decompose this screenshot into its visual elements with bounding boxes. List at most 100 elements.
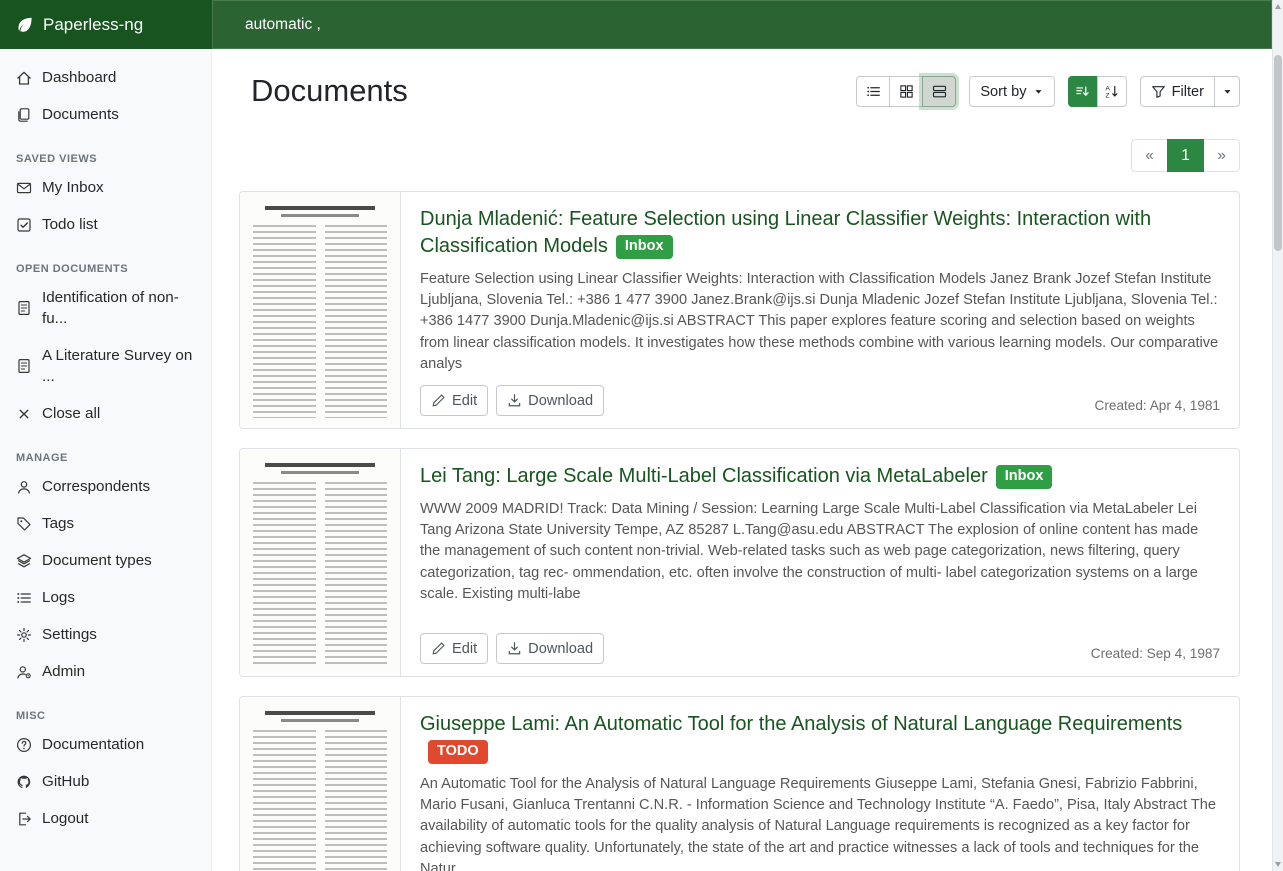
created-date: Created: Sep 4, 1987: [1091, 646, 1220, 664]
pagination-next-button[interactable]: »: [1203, 139, 1240, 172]
sidebar: Dashboard Documents SAVED VIEWS My Inbox…: [0, 49, 212, 871]
filter-split-group: Filter: [1140, 76, 1240, 107]
house-icon: [16, 70, 32, 86]
sort-direction-group: [1068, 76, 1127, 107]
sort-descending-button[interactable]: [1068, 76, 1098, 107]
edit-button[interactable]: Edit: [420, 633, 488, 664]
tag-icon: [16, 516, 32, 532]
document-title: Dunja Mladenić: Feature Selection using …: [420, 206, 1220, 260]
sidebar-item-open-doc-2[interactable]: A Literature Survey on ...: [0, 337, 211, 395]
sidebar-item-label: GitHub: [42, 771, 89, 792]
sidebar-item-label: Logout: [42, 808, 88, 829]
gear-icon: [16, 627, 32, 643]
scrollbar-track: [1272, 0, 1283, 871]
download-icon: [507, 393, 522, 408]
sidebar-item-document-types[interactable]: Document types: [0, 542, 211, 579]
sidebar-item-label: Admin: [42, 661, 85, 682]
document-card: Lei Tang: Large Scale Multi-Label Classi…: [239, 448, 1240, 677]
document-card: Giuseppe Lami: An Automatic Tool for the…: [239, 696, 1240, 871]
sort-by-button[interactable]: Sort by: [969, 76, 1054, 107]
box-arrow-right-icon: [16, 811, 32, 827]
document-excerpt: WWW 2009 MADRID! Track: Data Mining / Se…: [420, 499, 1220, 605]
tag-badge[interactable]: Inbox: [996, 465, 1053, 489]
document-title-link[interactable]: Giuseppe Lami: An Automatic Tool for the…: [420, 713, 1182, 735]
pagination-previous-button[interactable]: «: [1131, 139, 1168, 172]
list-view-button[interactable]: [856, 76, 890, 107]
top-navbar: Paperless-ng: [0, 0, 1272, 49]
document-thumbnail[interactable]: [240, 697, 401, 871]
edit-button[interactable]: Edit: [420, 385, 488, 416]
caret-down-icon: [1222, 86, 1233, 97]
check-square-icon: [16, 217, 32, 233]
sidebar-item-label: Documents: [42, 104, 119, 125]
list-view-icon: [866, 84, 881, 99]
download-button[interactable]: Download: [496, 633, 604, 664]
sidebar-item-tags[interactable]: Tags: [0, 505, 211, 542]
close-icon: [16, 406, 32, 422]
sidebar-item-settings[interactable]: Settings: [0, 616, 211, 653]
pencil-icon: [431, 393, 446, 408]
sidebar-item-github[interactable]: GitHub: [0, 763, 211, 800]
detail-view-button[interactable]: [922, 76, 956, 107]
filter-button[interactable]: Filter: [1140, 76, 1215, 107]
sort-alphabetical-button[interactable]: [1097, 76, 1127, 107]
document-thumbnail[interactable]: [240, 449, 401, 676]
detail-view-icon: [932, 84, 947, 99]
sidebar-item-label: A Literature Survey on ...: [42, 345, 195, 387]
scroll-up-arrow[interactable]: [1275, 4, 1281, 9]
view-mode-group: [856, 76, 956, 107]
sidebar-item-label: Document types: [42, 550, 152, 571]
file-text-icon: [16, 300, 32, 316]
document-title-link[interactable]: Dunja Mladenić: Feature Selection using …: [420, 208, 1151, 257]
sidebar-heading-misc: MISC: [0, 702, 211, 726]
document-title-link[interactable]: Lei Tang: Large Scale Multi-Label Classi…: [420, 465, 988, 487]
question-circle-icon: [16, 737, 32, 753]
sidebar-item-close-all[interactable]: Close all: [0, 395, 211, 432]
sidebar-item-label: Identification of non-fu...: [42, 287, 195, 329]
tag-badge[interactable]: Inbox: [616, 235, 673, 259]
filter-dropdown-button[interactable]: [1214, 76, 1240, 107]
sidebar-item-documentation[interactable]: Documentation: [0, 726, 211, 763]
sidebar-item-dashboard[interactable]: Dashboard: [0, 59, 211, 96]
sidebar-item-label: Documentation: [42, 734, 144, 755]
sidebar-item-todo-list[interactable]: Todo list: [0, 206, 211, 243]
sidebar-item-label: Logs: [42, 587, 75, 608]
person-gear-icon: [16, 664, 32, 680]
document-excerpt: Feature Selection using Linear Classifie…: [420, 269, 1220, 375]
tag-badge[interactable]: TODO: [428, 740, 488, 764]
document-title: Giuseppe Lami: An Automatic Tool for the…: [420, 711, 1220, 765]
sidebar-item-admin[interactable]: Admin: [0, 653, 211, 690]
person-icon: [16, 479, 32, 495]
search-input[interactable]: [212, 0, 1272, 49]
caret-down-icon: [1033, 86, 1044, 97]
created-date: Created: Apr 4, 1981: [1095, 398, 1220, 416]
scroll-down-arrow[interactable]: [1275, 862, 1281, 867]
sidebar-item-open-doc-1[interactable]: Identification of non-fu...: [0, 279, 211, 337]
sidebar-item-label: Close all: [42, 403, 100, 424]
sidebar-item-correspondents[interactable]: Correspondents: [0, 468, 211, 505]
sidebar-item-logs[interactable]: Logs: [0, 579, 211, 616]
github-icon: [16, 774, 32, 790]
sidebar-item-logout[interactable]: Logout: [0, 800, 211, 837]
sidebar-item-documents[interactable]: Documents: [0, 96, 211, 133]
download-label: Download: [528, 393, 593, 409]
sort-by-label: Sort by: [980, 84, 1026, 100]
download-button[interactable]: Download: [496, 385, 604, 416]
sidebar-heading-saved-views: SAVED VIEWS: [0, 145, 211, 169]
edit-label: Edit: [452, 393, 477, 409]
pagination-page-1-button[interactable]: 1: [1167, 139, 1204, 172]
sidebar-heading-open-documents: OPEN DOCUMENTS: [0, 255, 211, 279]
grid-view-button[interactable]: [889, 76, 923, 107]
brand-link[interactable]: Paperless-ng: [0, 0, 212, 49]
sidebar-item-label: Correspondents: [42, 476, 150, 497]
file-text-icon: [16, 358, 32, 374]
sidebar-item-label: Dashboard: [42, 67, 116, 88]
grid-view-icon: [899, 84, 914, 99]
sidebar-item-my-inbox[interactable]: My Inbox: [0, 169, 211, 206]
download-label: Download: [528, 641, 593, 657]
document-card: Dunja Mladenić: Feature Selection using …: [239, 191, 1240, 429]
documents-page: Documents Sort by: [212, 49, 1272, 871]
scrollbar-thumb[interactable]: [1274, 55, 1282, 251]
document-thumbnail[interactable]: [240, 192, 401, 428]
sidebar-item-label: My Inbox: [42, 177, 104, 198]
